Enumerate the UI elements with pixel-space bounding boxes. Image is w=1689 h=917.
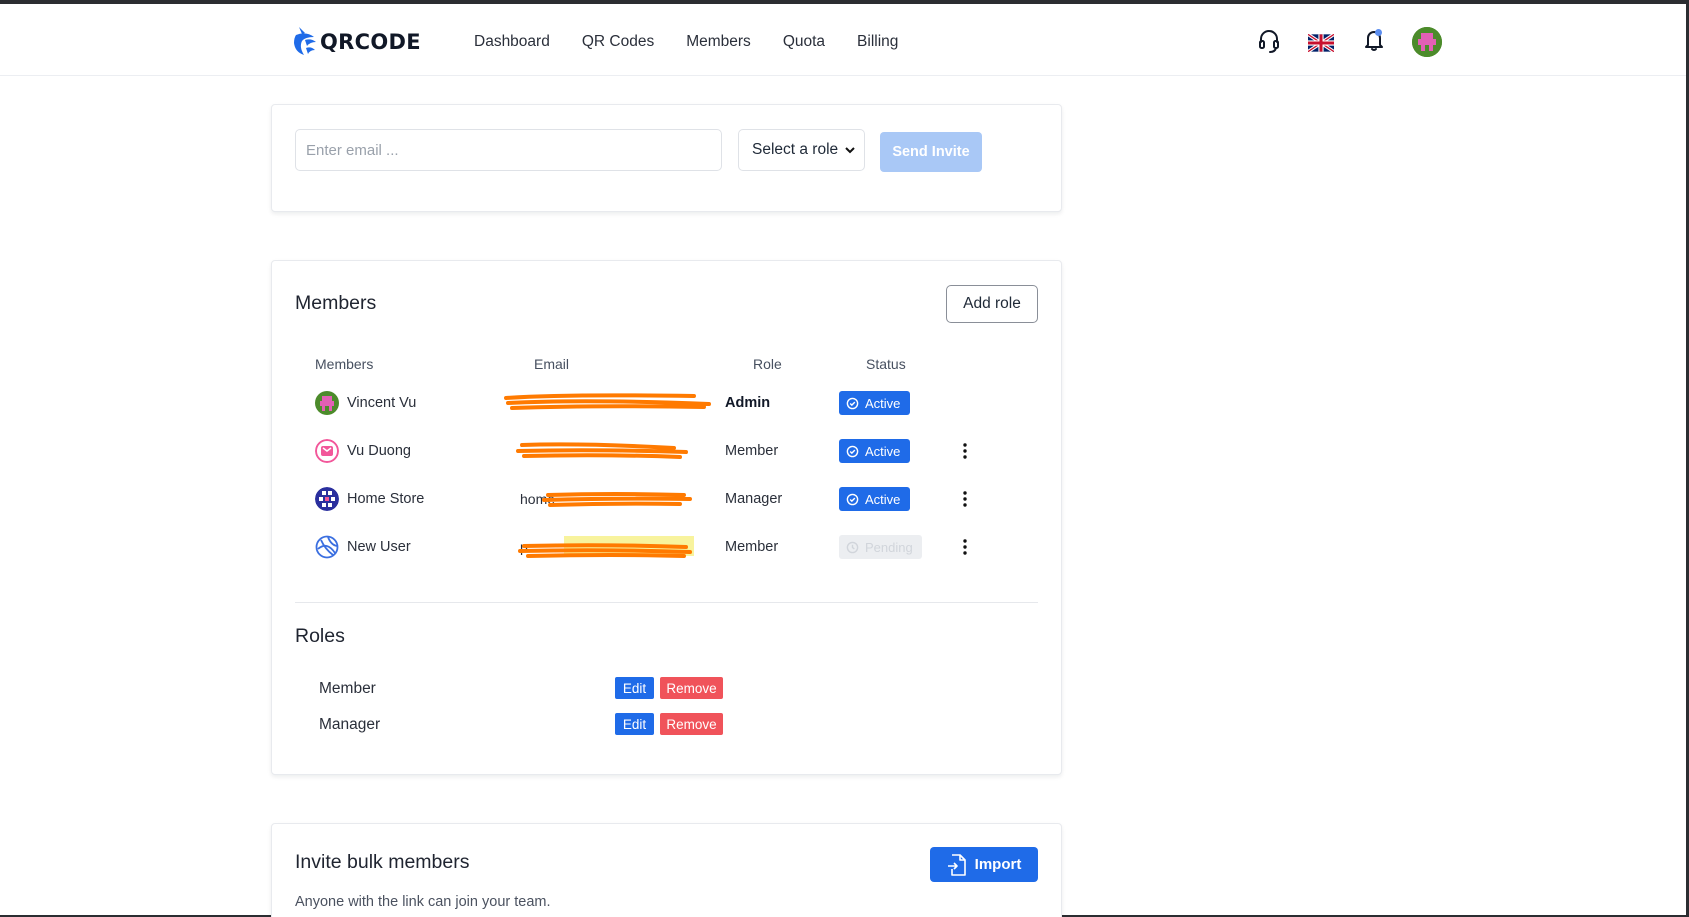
chevron-down-icon — [845, 147, 855, 154]
invite-card: Select a role Send Invite — [271, 104, 1062, 212]
nav-billing[interactable]: Billing — [857, 33, 898, 51]
clock-icon — [846, 541, 859, 553]
member-avatar — [315, 487, 339, 511]
roles-title: Roles — [295, 625, 345, 647]
remove-role-button[interactable]: Remove — [660, 677, 723, 699]
email-input[interactable] — [295, 129, 722, 171]
nav-dashboard[interactable]: Dashboard — [474, 33, 550, 51]
redaction-scribble — [518, 536, 694, 558]
member-name: Vincent Vu — [347, 395, 417, 411]
role-select-value: Select a role — [752, 141, 839, 158]
member-role: Member — [725, 539, 779, 555]
redaction-scribble — [516, 442, 688, 459]
status-label: Active — [865, 491, 901, 507]
edit-role-button[interactable]: Edit — [615, 677, 654, 699]
redaction-scribble — [542, 492, 692, 507]
table-row: Vincent Vu Admin Active — [315, 388, 1015, 418]
import-label: Import — [974, 856, 1022, 873]
nav-members[interactable]: Members — [686, 33, 751, 51]
role-list-item: Manager Edit Remove — [319, 712, 1019, 738]
status-label: Active — [865, 443, 901, 459]
nav-quota[interactable]: Quota — [783, 33, 825, 51]
status-badge: Active — [839, 487, 910, 511]
headset-icon[interactable] — [1257, 28, 1281, 59]
role-select[interactable]: Select a role — [738, 129, 865, 171]
col-header-members: Members — [315, 356, 374, 372]
table-row: New User p Member Pending — [315, 532, 1015, 562]
more-vertical-icon[interactable] — [955, 489, 975, 509]
member-role: Member — [725, 443, 779, 459]
col-header-role: Role — [753, 356, 782, 372]
member-name: Home Store — [347, 491, 425, 507]
remove-role-button[interactable]: Remove — [660, 713, 723, 735]
check-circle-icon — [846, 445, 859, 457]
member-name: Vu Duong — [347, 443, 411, 459]
add-role-button[interactable]: Add role — [946, 285, 1038, 323]
logo-mark-icon — [294, 27, 316, 55]
status-badge: Active — [839, 439, 910, 463]
member-avatar — [315, 391, 339, 415]
brand-logo[interactable]: QRCODE — [292, 24, 421, 60]
role-name: Member — [319, 680, 376, 697]
status-badge: Pending — [839, 535, 922, 559]
table-row: Vu Duong Member Active — [315, 436, 1015, 466]
brand-name: QRCODE — [320, 30, 421, 54]
bell-icon[interactable] — [1363, 28, 1385, 57]
check-circle-icon — [846, 397, 859, 409]
bulk-subtitle: Anyone with the link can join your team. — [295, 894, 551, 910]
col-header-email: Email — [534, 356, 570, 372]
role-list-item: Member Edit Remove — [319, 676, 1019, 702]
main-nav: Dashboard QR Codes Members Quota Billing — [474, 33, 930, 51]
send-invite-button[interactable]: Send Invite — [880, 132, 982, 172]
user-avatar[interactable] — [1412, 27, 1442, 57]
member-avatar — [315, 535, 339, 559]
section-divider — [295, 602, 1038, 603]
bulk-title: Invite bulk members — [295, 851, 470, 873]
members-card: Members Add role Members Email Role Stat… — [271, 260, 1062, 775]
notification-dot — [1375, 29, 1382, 36]
member-name: New User — [347, 539, 411, 555]
more-vertical-icon[interactable] — [955, 537, 975, 557]
members-title: Members — [295, 292, 377, 314]
file-import-icon — [947, 853, 966, 876]
status-label: Active — [865, 395, 901, 411]
uk-flag-icon[interactable] — [1307, 32, 1335, 57]
status-label: Pending — [865, 539, 913, 555]
member-role: Admin — [725, 395, 771, 411]
redaction-scribble — [504, 393, 711, 410]
bulk-invite-card: Invite bulk members Import Anyone with t… — [271, 823, 1062, 917]
member-role: Manager — [725, 491, 783, 507]
top-navbar: QRCODE Dashboard QR Codes Members Quota … — [0, 4, 1686, 76]
import-button[interactable]: Import — [930, 847, 1038, 882]
role-name: Manager — [319, 716, 381, 733]
more-vertical-icon[interactable] — [955, 441, 975, 461]
header-actions — [1257, 27, 1443, 59]
col-header-status: Status — [866, 356, 906, 372]
member-avatar — [315, 439, 339, 463]
check-circle-icon — [846, 493, 859, 505]
nav-qr-codes[interactable]: QR Codes — [582, 33, 654, 51]
table-row: Home Store home Manager Active — [315, 484, 1015, 514]
edit-role-button[interactable]: Edit — [615, 713, 654, 735]
status-badge: Active — [839, 391, 910, 415]
